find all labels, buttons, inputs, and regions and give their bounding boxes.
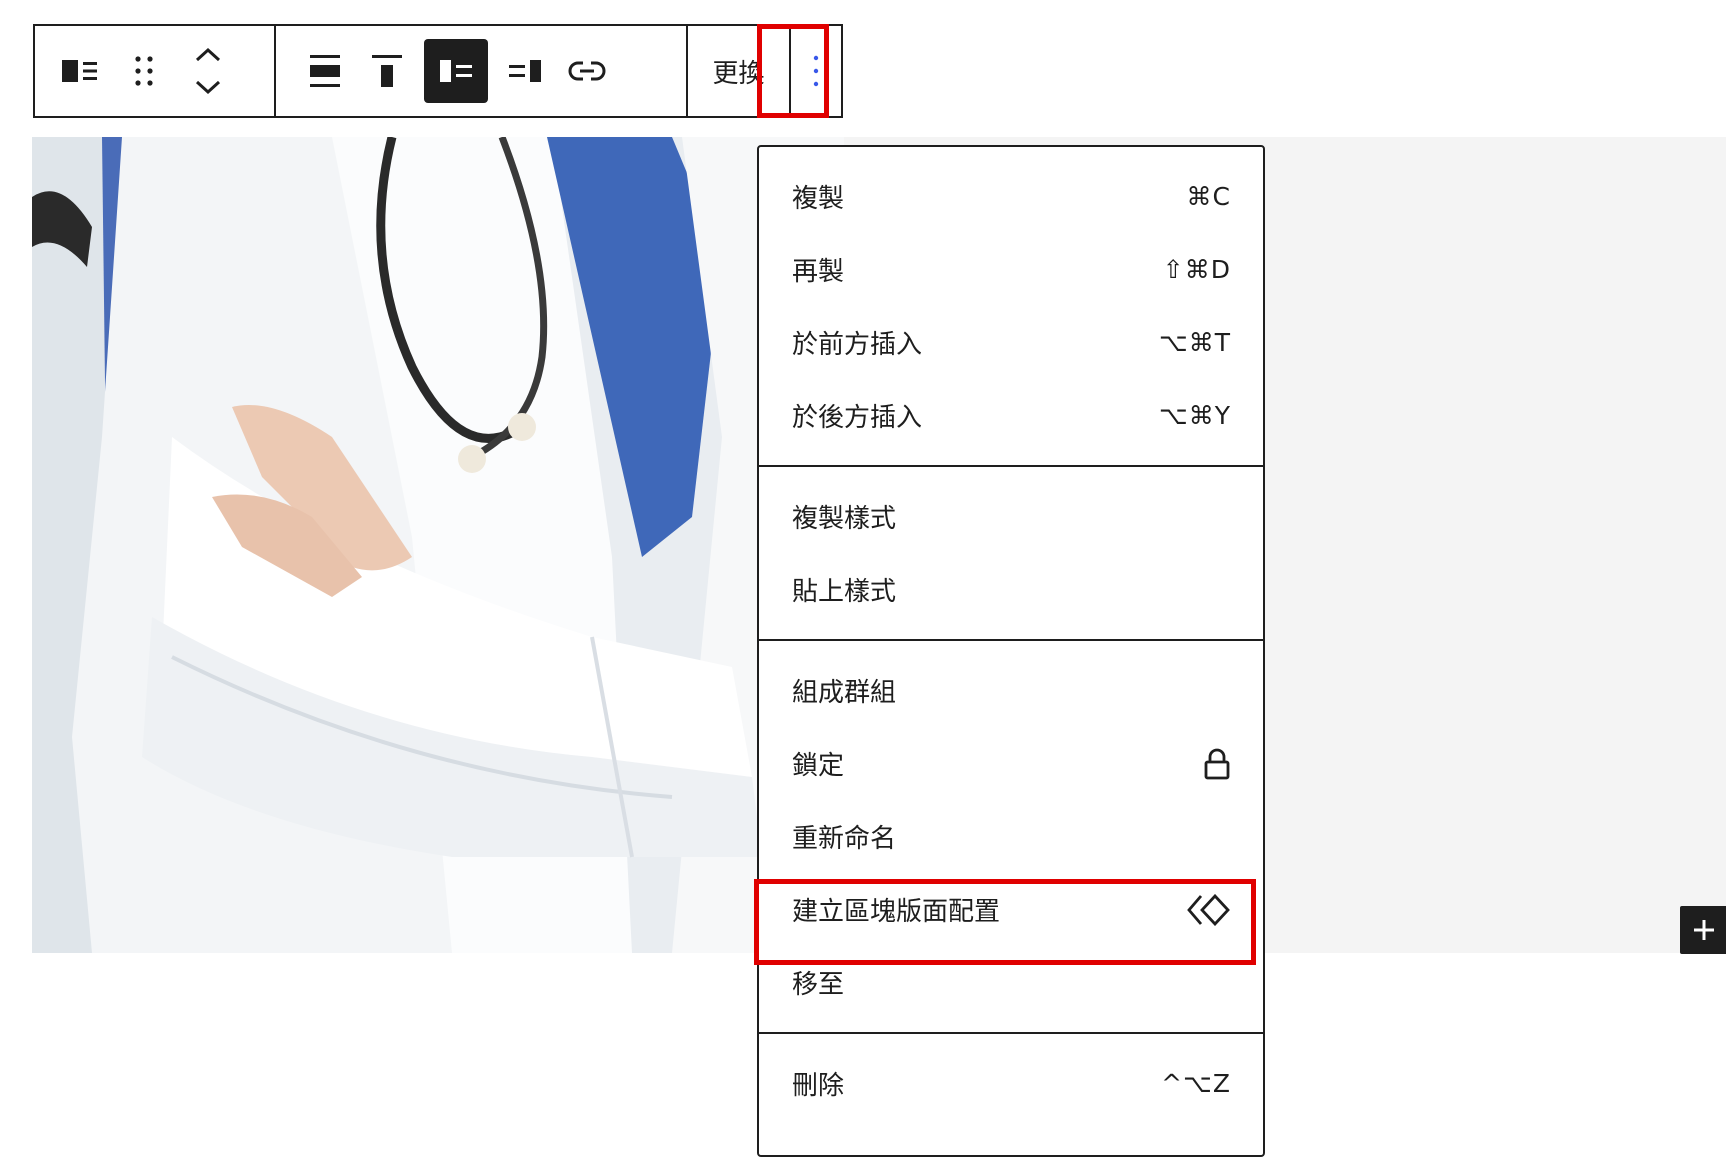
menu-item-rename[interactable]: 重新命名 — [759, 800, 1263, 873]
menu-item-label: 貼上樣式 — [792, 577, 897, 607]
plus-icon — [1694, 920, 1714, 940]
media-left-icon — [440, 60, 472, 82]
replace-button[interactable]: 更換 — [704, 53, 772, 90]
align-wide-icon — [310, 55, 340, 87]
more-vertical-icon — [813, 55, 819, 87]
media-right-icon — [509, 60, 541, 82]
menu-item-copy[interactable]: 複製 ⌘C — [759, 160, 1263, 233]
menu-item-label: 於後方插入 — [792, 403, 923, 433]
toolbar-group-alignment — [276, 26, 688, 116]
block-type-button[interactable] — [55, 42, 105, 100]
pattern-icon — [1187, 893, 1230, 926]
media-text-icon — [62, 60, 97, 82]
menu-item-duplicate[interactable]: 再製 ⇧⌘D — [759, 233, 1263, 306]
menu-item-create-pattern[interactable]: 建立區塊版面配置 — [759, 873, 1263, 946]
media-left-button[interactable] — [424, 39, 488, 103]
menu-section-delete: 刪除 ^⌥Z — [759, 1034, 1263, 1133]
menu-item-label: 刪除 — [792, 1071, 845, 1101]
media-right-button[interactable] — [500, 42, 550, 100]
toolbar-group-options — [791, 26, 841, 116]
align-top-icon — [372, 55, 402, 87]
block-toolbar: 更換 — [33, 24, 843, 118]
menu-section-edit: 複製 ⌘C 再製 ⇧⌘D 於前方插入 ⌥⌘T 於後方插入 ⌥⌘Y — [759, 147, 1263, 467]
more-options-button[interactable] — [791, 31, 841, 111]
menu-item-label: 建立區塊版面配置 — [792, 897, 1001, 927]
drag-handle-icon — [135, 56, 153, 86]
move-up-down-buttons[interactable] — [183, 42, 233, 100]
menu-section-organize: 組成群組 鎖定 重新命名 建立區塊版面配置 移至 — [759, 641, 1263, 1034]
menu-section-styles: 複製樣式 貼上樣式 — [759, 467, 1263, 641]
toolbar-group-replace: 更換 — [688, 26, 791, 116]
chevron-up-down-icon — [195, 47, 221, 95]
block-image[interactable] — [32, 137, 844, 953]
lock-icon — [1204, 748, 1230, 779]
menu-item-shortcut: ^⌥Z — [1161, 1069, 1231, 1098]
block-options-menu: 複製 ⌘C 再製 ⇧⌘D 於前方插入 ⌥⌘T 於後方插入 ⌥⌘Y 複製樣式 貼上… — [757, 145, 1265, 1157]
menu-item-delete[interactable]: 刪除 ^⌥Z — [759, 1047, 1263, 1120]
menu-item-insert-before[interactable]: 於前方插入 ⌥⌘T — [759, 306, 1263, 379]
menu-item-shortcut: ⇧⌘D — [1162, 255, 1231, 284]
drag-handle[interactable] — [119, 42, 169, 100]
doctor-photo — [32, 137, 844, 953]
menu-item-label: 移至 — [792, 970, 845, 1000]
menu-item-lock[interactable]: 鎖定 — [759, 727, 1263, 800]
menu-item-label: 重新命名 — [792, 824, 897, 854]
menu-item-label: 複製樣式 — [792, 504, 897, 534]
menu-item-insert-after[interactable]: 於後方插入 ⌥⌘Y — [759, 379, 1263, 452]
add-block-button[interactable] — [1680, 906, 1726, 954]
menu-item-shortcut: ⌥⌘T — [1158, 328, 1231, 357]
menu-item-label: 鎖定 — [792, 751, 845, 781]
menu-item-shortcut: ⌥⌘Y — [1158, 401, 1231, 430]
link-icon — [568, 61, 606, 81]
menu-item-paste-styles[interactable]: 貼上樣式 — [759, 553, 1263, 626]
menu-item-label: 再製 — [792, 257, 845, 287]
link-button[interactable] — [562, 42, 612, 100]
menu-item-copy-styles[interactable]: 複製樣式 — [759, 480, 1263, 553]
align-wide-button[interactable] — [300, 42, 350, 100]
menu-item-label: 複製 — [792, 184, 845, 214]
menu-item-move-to[interactable]: 移至 — [759, 946, 1263, 1019]
align-top-button[interactable] — [362, 42, 412, 100]
menu-item-label: 組成群組 — [792, 678, 897, 708]
menu-item-group[interactable]: 組成群組 — [759, 654, 1263, 727]
toolbar-group-block — [35, 26, 276, 116]
menu-item-shortcut: ⌘C — [1186, 182, 1231, 211]
menu-item-label: 於前方插入 — [792, 330, 923, 360]
